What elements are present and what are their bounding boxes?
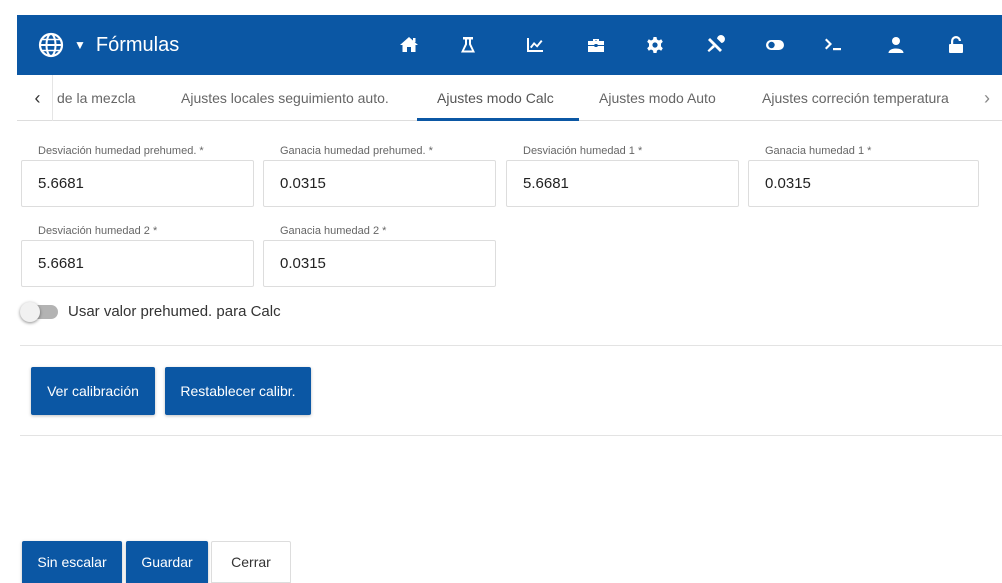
cerrar-button[interactable]: Cerrar [211,541,291,583]
field-label: Ganacia humedad 2 * [280,225,387,237]
tab-mezcla[interactable]: de la mezcla [57,75,136,121]
guardar-button[interactable]: Guardar [126,541,208,583]
terminal-icon[interactable] [821,33,845,57]
toggle-icon[interactable] [763,33,787,57]
sin-escalar-button[interactable]: Sin escalar [22,541,122,583]
field-ganancia-2: Ganacia humedad 2 * [263,222,496,287]
unlock-icon[interactable] [944,33,968,57]
gear-icon[interactable] [643,33,667,57]
desviacion-2-input[interactable] [21,240,254,287]
tab-ajustes-modo-calc[interactable]: Ajustes modo Calc [437,75,554,121]
ganancia-2-input[interactable] [263,240,496,287]
tab-bar: ‹ de la mezcla Ajustes locales seguimien… [17,75,1002,121]
tab-ajustes-temperatura[interactable]: Ajustes correción temperatura [762,75,949,121]
home-icon[interactable] [397,33,421,57]
field-desviacion-2: Desviación humedad 2 * [21,222,254,287]
toggle-label: Usar valor prehumed. para Calc [68,303,281,320]
chart-icon[interactable] [523,33,547,57]
field-desviacion-prehumed: Desviación humedad prehumed. * [21,142,254,207]
divider [20,435,1002,436]
toggle-knob [20,301,40,322]
field-ganancia-1: Ganacia humedad 1 * [748,142,979,207]
field-label: Desviación humedad 2 * [38,225,158,237]
field-label: Ganacia humedad prehumed. * [280,145,433,157]
chevron-right-icon[interactable]: › [972,75,1002,121]
ganancia-1-input[interactable] [748,160,979,207]
user-icon[interactable] [884,33,908,57]
prehumed-calc-toggle[interactable] [20,301,58,322]
field-label: Ganacia humedad 1 * [765,145,872,157]
field-label: Desviación humedad 1 * [523,145,643,157]
tab-ajustes-modo-auto[interactable]: Ajustes modo Auto [599,75,716,121]
briefcase-icon[interactable] [584,33,608,57]
ganancia-prehumed-input[interactable] [263,160,496,207]
app-header: ▼ Fórmulas [17,15,1002,75]
active-tab-indicator [417,118,579,121]
restablecer-calibracion-button[interactable]: Restablecer calibr. [165,367,311,415]
flask-icon[interactable] [456,33,480,57]
tools-icon[interactable] [703,33,727,57]
chevron-left-icon[interactable]: ‹ [23,75,53,121]
desviacion-prehumed-input[interactable] [21,160,254,207]
ver-calibracion-button[interactable]: Ver calibración [31,367,155,415]
field-desviacion-1: Desviación humedad 1 * [506,142,739,207]
desviacion-1-input[interactable] [506,160,739,207]
prehumed-calc-toggle-row: Usar valor prehumed. para Calc [20,301,281,322]
tab-ajustes-locales[interactable]: Ajustes locales seguimiento auto. [181,75,389,121]
field-ganancia-prehumed: Ganacia humedad prehumed. * [263,142,496,207]
divider [20,345,1002,346]
field-label: Desviación humedad prehumed. * [38,145,204,157]
